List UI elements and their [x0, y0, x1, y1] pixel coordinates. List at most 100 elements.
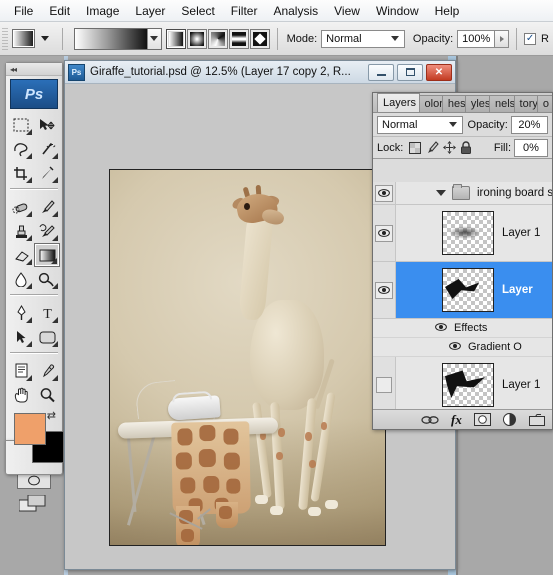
table-row[interactable]: Layer 1 — [373, 205, 552, 262]
layer-visibility-cell[interactable] — [373, 262, 396, 318]
table-row[interactable]: Layer — [373, 262, 552, 319]
tool-flyout-corner-icon[interactable] — [26, 129, 32, 135]
move-tool[interactable] — [34, 113, 60, 137]
dodge-tool[interactable] — [34, 267, 60, 291]
gradient-tool[interactable] — [34, 243, 60, 267]
layer-name[interactable]: Layer 1 — [502, 379, 540, 391]
gradient-preview-swatch[interactable] — [74, 28, 148, 49]
menu-item-help[interactable]: Help — [427, 2, 468, 20]
menu-item-select[interactable]: Select — [173, 2, 222, 20]
brush-tool[interactable] — [34, 195, 60, 219]
rectangle-shape-tool[interactable] — [34, 325, 60, 349]
lock-all-icon[interactable] — [459, 141, 473, 155]
blend-mode-chevron-down-icon[interactable] — [390, 36, 399, 41]
close-button[interactable]: ✕ — [426, 63, 452, 81]
eye-visibility-icon[interactable] — [449, 341, 461, 353]
menu-item-layer[interactable]: Layer — [127, 2, 173, 20]
table-row[interactable]: Layer 1 — [373, 357, 552, 409]
layer-thumbnail[interactable] — [442, 211, 494, 255]
menu-item-view[interactable]: View — [326, 2, 368, 20]
tool-flyout-corner-icon[interactable] — [52, 153, 58, 159]
tool-flyout-corner-icon[interactable] — [52, 177, 58, 183]
rectangular-marquee-tool[interactable] — [8, 113, 34, 137]
tool-flyout-corner-icon[interactable] — [51, 258, 57, 264]
layer-group-name[interactable]: ironing board sha — [477, 187, 552, 199]
crop-tool[interactable] — [8, 161, 34, 185]
lock-position-icon[interactable] — [442, 141, 456, 155]
layer-style-fx-icon[interactable]: fx — [451, 412, 462, 428]
document-title-bar[interactable]: Ps Giraffe_tutorial.psd @ 12.5% (Layer 1… — [65, 61, 455, 84]
layer-fill-input[interactable]: 0% — [514, 138, 548, 157]
notes-tool[interactable] — [8, 359, 34, 383]
path-selection-tool[interactable] — [8, 325, 34, 349]
tool-flyout-corner-icon[interactable] — [26, 235, 32, 241]
tools-panel-collapse-handle[interactable]: ◂◂ — [6, 63, 62, 76]
blend-mode-select[interactable]: Normal — [321, 29, 405, 48]
eye-visibility-icon[interactable] — [375, 184, 393, 202]
angle-gradient-button[interactable] — [207, 28, 228, 49]
tool-flyout-corner-icon[interactable] — [26, 211, 32, 217]
menu-item-file[interactable]: File — [6, 2, 41, 20]
layer-name[interactable]: Layer — [502, 284, 533, 296]
tab-overflow[interactable]: o — [536, 95, 552, 112]
tool-flyout-corner-icon[interactable] — [26, 317, 32, 323]
history-brush-tool[interactable] — [34, 219, 60, 243]
type-tool[interactable]: T — [34, 301, 60, 325]
eraser-tool[interactable] — [8, 243, 34, 267]
diamond-gradient-button[interactable] — [249, 28, 270, 49]
reflected-gradient-button[interactable] — [228, 28, 249, 49]
layer-effects-row[interactable]: Effects — [373, 319, 552, 338]
tool-flyout-corner-icon[interactable] — [52, 375, 58, 381]
opacity-slider-arrow-icon[interactable] — [495, 29, 510, 48]
opacity-input[interactable]: 100% — [457, 29, 496, 48]
eye-visibility-icon[interactable] — [435, 322, 447, 334]
lock-image-pixels-icon[interactable] — [425, 141, 439, 155]
opacity-control[interactable]: 100% — [457, 29, 510, 48]
tab-layers[interactable]: Layers ✕ — [377, 93, 420, 112]
menu-item-filter[interactable]: Filter — [223, 2, 266, 20]
tool-flyout-corner-icon[interactable] — [52, 341, 58, 347]
tool-flyout-corner-icon[interactable] — [26, 177, 32, 183]
tab-color[interactable]: olor — [418, 95, 443, 112]
tab-styles[interactable]: yles — [464, 95, 490, 112]
layer-effect-gradient-overlay-row[interactable]: Gradient O — [373, 338, 552, 357]
eye-visibility-icon[interactable] — [376, 377, 392, 393]
current-tool-gradient-icon[interactable] — [12, 29, 35, 48]
blur-tool[interactable] — [8, 267, 34, 291]
adjustment-layer-icon[interactable] — [502, 412, 517, 428]
tool-flyout-corner-icon[interactable] — [52, 235, 58, 241]
menu-item-edit[interactable]: Edit — [41, 2, 78, 20]
layers-list[interactable]: ironing board sha Layer 1 Layer — [373, 182, 552, 409]
screen-mode-button[interactable] — [18, 494, 49, 513]
minimize-button[interactable] — [368, 63, 394, 81]
spot-healing-brush-tool[interactable] — [8, 195, 34, 219]
maximize-button[interactable] — [397, 63, 423, 81]
lasso-tool[interactable] — [8, 137, 34, 161]
layer-name[interactable]: Layer 1 — [502, 227, 540, 239]
double-chevron-left-icon[interactable]: ◂◂ — [10, 65, 17, 74]
menu-item-window[interactable]: Window — [368, 2, 427, 20]
layer-visibility-cell[interactable] — [373, 357, 396, 409]
add-layer-mask-icon[interactable] — [473, 412, 491, 428]
slice-tool[interactable] — [34, 161, 60, 185]
clone-stamp-tool[interactable] — [8, 219, 34, 243]
tool-flyout-corner-icon[interactable] — [52, 317, 58, 323]
eye-visibility-icon[interactable] — [375, 224, 393, 242]
image-canvas[interactable] — [109, 169, 386, 546]
foreground-color-swatch[interactable] — [14, 413, 46, 445]
link-layers-icon[interactable] — [421, 412, 439, 428]
pen-tool[interactable] — [8, 301, 34, 325]
reverse-checkbox[interactable]: ✓ — [524, 32, 537, 45]
tool-flyout-corner-icon[interactable] — [52, 211, 58, 217]
new-group-icon[interactable] — [528, 412, 545, 428]
gradient-preset-picker[interactable] — [73, 27, 162, 50]
gradient-picker-chevron-down-icon[interactable] — [147, 28, 161, 49]
tool-flyout-corner-icon[interactable] — [26, 153, 32, 159]
layer-thumbnail[interactable] — [442, 268, 494, 312]
radial-gradient-button[interactable] — [186, 28, 207, 49]
tool-flyout-corner-icon[interactable] — [26, 283, 32, 289]
swap-colors-icon[interactable]: ⇄ — [47, 409, 56, 422]
eyedropper-tool[interactable] — [34, 359, 60, 383]
chevron-down-icon[interactable] — [448, 122, 457, 127]
options-bar-grip[interactable] — [2, 27, 9, 50]
